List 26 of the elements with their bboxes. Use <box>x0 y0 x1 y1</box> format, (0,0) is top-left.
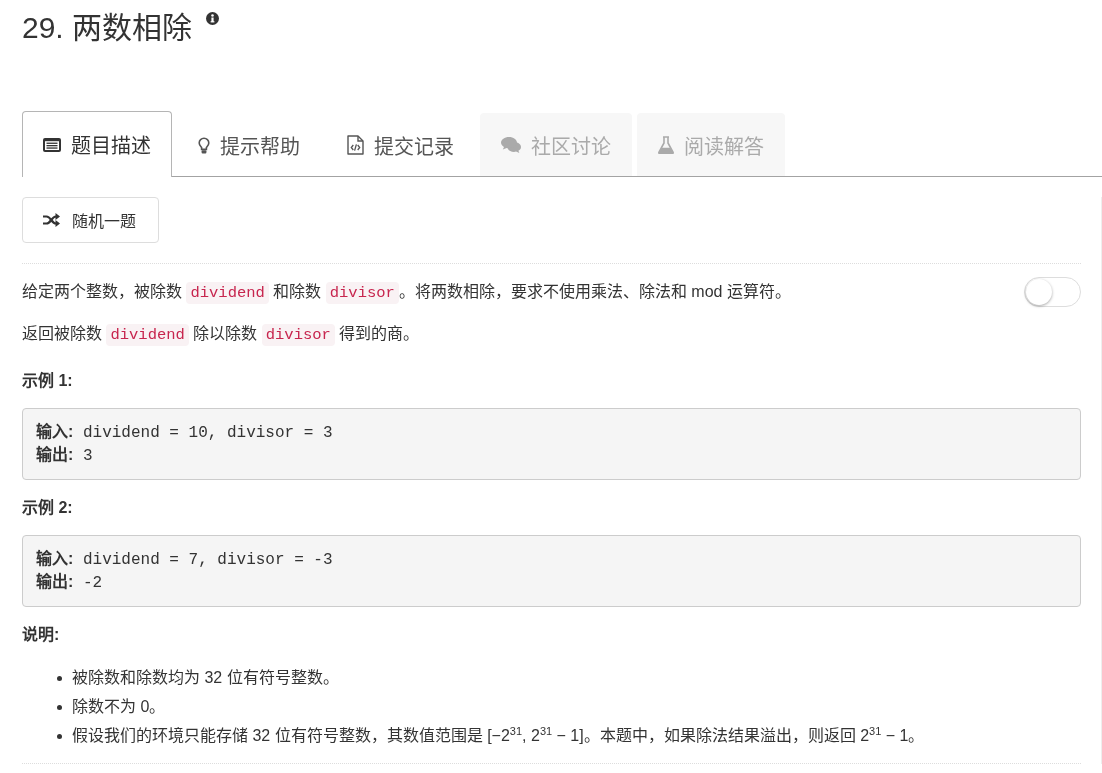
flask-icon <box>658 136 674 154</box>
code-file-icon <box>347 135 364 155</box>
list-icon <box>43 137 61 152</box>
bullet-icon <box>57 733 62 739</box>
notes-heading: 说明: <box>22 625 61 645</box>
example-heading: 示例 1: <box>22 371 74 391</box>
toggle-switch[interactable] <box>1024 277 1081 307</box>
speech-bubbles-icon <box>501 137 521 153</box>
info-icon <box>206 12 220 25</box>
problem-title: 29. 两数相除 <box>22 10 193 46</box>
note-text: 假设我们的环境只能存储 32 位有符号整数，其数值范围是 [−2$^{31}$, 2$^{31}$ − 1]。本题中，如果除法结果溢出，则返回 2$^{31}$ − 1。 <box>72 725 925 746</box>
shuffle-icon <box>43 213 60 227</box>
note-text: 除数不为 0。 <box>72 697 166 717</box>
code-line: 输入: dividend = 10, divisor = 3 <box>36 422 334 444</box>
description-text: 返回被除数 dividend 除以除数 divisor 得到的商。 <box>22 323 421 347</box>
code-line: 输入: dividend = 7, divisor = -3 <box>36 549 334 571</box>
code-line: 输出: -2 <box>36 571 104 594</box>
bullet-icon <box>57 704 62 710</box>
random-problem-button[interactable]: 随机一题 <box>22 197 159 243</box>
note-text: 被除数和除数均为 32 位有符号整数。 <box>72 668 339 688</box>
example-heading: 示例 2: <box>22 498 74 518</box>
code-line: 输出: 3 <box>36 444 94 467</box>
tab[interactable]: 题目描述 <box>22 111 172 177</box>
lightbulb-icon <box>198 136 210 154</box>
description-text: 给定两个整数，被除数 dividend 和除数 divisor 。将两数相除，要求不使用乘法、除法和 mod 运算符。 <box>22 280 791 305</box>
bullet-icon <box>57 675 62 681</box>
